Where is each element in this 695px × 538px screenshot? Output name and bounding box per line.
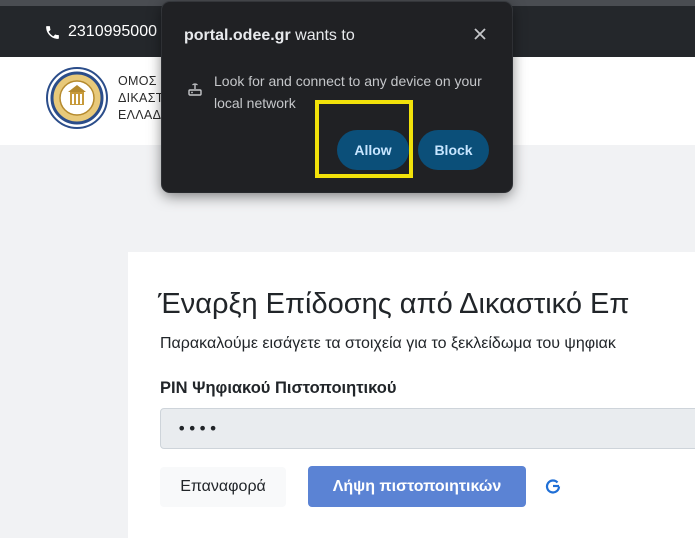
pin-label: PIN Ψηφιακού Πιστοποιητικού: [160, 379, 397, 397]
phone-contact[interactable]: 2310995000: [44, 23, 157, 41]
page-subtitle: Παρακαλούμε εισάγετε τα στοιχεία για το …: [160, 335, 616, 352]
refresh-icon[interactable]: [545, 478, 561, 494]
block-button[interactable]: Block: [418, 130, 489, 170]
local-network-icon: [188, 83, 202, 96]
page-title: Έναρξη Επίδοσης από Δικαστικό Επ: [158, 288, 630, 320]
phone-number: 2310995000: [68, 23, 157, 40]
reset-button[interactable]: Επαναφορά: [160, 467, 286, 507]
get-certificates-button[interactable]: Λήψη πιστοποιητικών: [308, 466, 526, 507]
phone-icon: [46, 25, 59, 39]
pin-input[interactable]: [160, 408, 695, 449]
organization-name: ΟΜΟΣ ΔΙΚΑΣΤ ΕΛΛΑΔ: [118, 73, 164, 124]
popup-title: portal.odee.gr wants to: [184, 27, 355, 45]
popup-site: portal.odee.gr: [184, 27, 291, 44]
association-seal-logo[interactable]: [46, 67, 108, 129]
org-line-2: ΔΙΚΑΣΤ: [118, 91, 164, 105]
close-icon[interactable]: [471, 25, 489, 43]
org-line-1: ΟΜΟΣ: [118, 74, 157, 88]
org-line-3: ΕΛΛΑΔ: [118, 108, 162, 122]
popup-wants-to: wants to: [290, 27, 355, 44]
highlight-box: [315, 100, 413, 178]
